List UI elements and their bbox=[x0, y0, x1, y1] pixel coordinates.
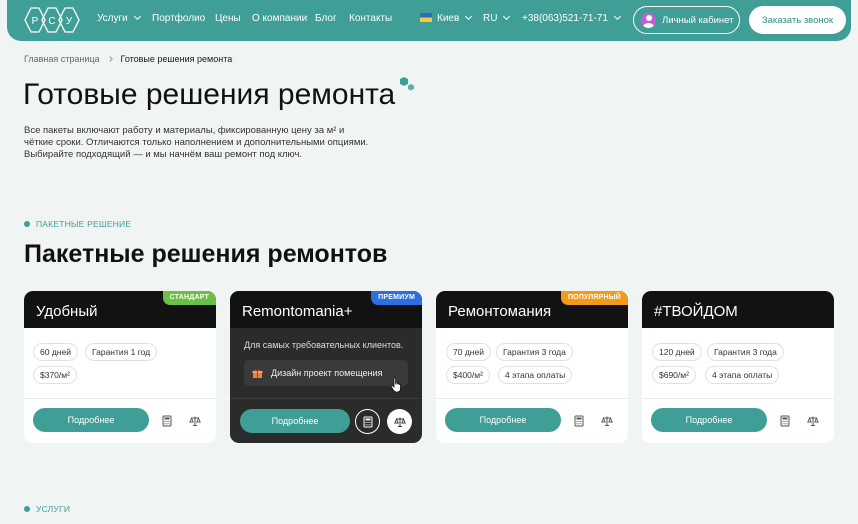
badge-premium: ПРЕМИУМ bbox=[371, 291, 422, 305]
chevron-down-icon bbox=[133, 12, 141, 21]
package-card-remontomania-plus: Remontomania+ ПРЕМИУМ Для самых требоват… bbox=[230, 291, 422, 443]
card-divider bbox=[24, 398, 216, 399]
breadcrumb-current: Готовые решения ремонта bbox=[120, 54, 233, 64]
more-button[interactable]: Подробнее bbox=[33, 408, 149, 432]
card-divider bbox=[436, 398, 628, 399]
calculator-button[interactable] bbox=[154, 408, 179, 433]
site-header: Р С У Услуги Портфолио Цены О компании Б… bbox=[7, 0, 851, 41]
compare-button[interactable] bbox=[594, 408, 619, 433]
calculator-button[interactable] bbox=[566, 408, 591, 433]
tag-payment: 4 этапа оплаты bbox=[705, 366, 780, 384]
chevron-down-icon bbox=[613, 12, 621, 21]
compare-button[interactable] bbox=[182, 408, 207, 433]
gift-icon bbox=[252, 368, 263, 378]
chevron-down-icon bbox=[503, 12, 511, 21]
card-header: Remontomania+ ПРЕМИУМ bbox=[230, 291, 422, 328]
section-label: ПАКЕТНЫЕ РЕШЕНИЕ bbox=[24, 219, 131, 229]
compare-button[interactable] bbox=[387, 409, 412, 434]
calculator-button[interactable] bbox=[355, 409, 380, 434]
calculator-icon bbox=[574, 415, 583, 426]
section-label-text: ПАКЕТНЫЕ РЕШЕНИЕ bbox=[36, 219, 132, 229]
nav-about[interactable]: О компании bbox=[252, 13, 307, 24]
city-selector[interactable]: Киев bbox=[420, 12, 473, 24]
more-button[interactable]: Подробнее bbox=[445, 408, 561, 432]
tag-duration: 60 дней bbox=[33, 343, 78, 361]
intro-text: Все пакеты включают работу и материалы, … bbox=[24, 125, 369, 160]
logo-letter: Р bbox=[32, 16, 39, 27]
user-avatar-icon bbox=[641, 12, 656, 28]
logo-letter: С bbox=[48, 16, 55, 27]
nav-blog[interactable]: Блог bbox=[315, 13, 337, 24]
tag-price: $370/м² bbox=[33, 366, 77, 384]
hexagon-decoration-icon bbox=[400, 77, 414, 91]
design-project-label: Дизайн проект помещения bbox=[271, 368, 383, 378]
more-button[interactable]: Подробнее bbox=[651, 408, 767, 432]
dot-icon bbox=[24, 221, 30, 227]
section-title: Пакетные решения ремонтов bbox=[24, 240, 388, 268]
compare-button[interactable] bbox=[800, 408, 825, 433]
card-title: Удобный bbox=[36, 303, 98, 320]
page-title: Готовые решения ремонта bbox=[23, 78, 396, 111]
scales-icon bbox=[600, 416, 613, 426]
language-label: RU bbox=[483, 13, 498, 24]
scales-icon bbox=[188, 416, 201, 426]
chevron-down-icon bbox=[465, 12, 473, 21]
calculator-icon bbox=[363, 416, 372, 427]
nav-label: Услуги bbox=[97, 13, 128, 24]
dot-icon bbox=[24, 506, 30, 512]
services-label: УСЛУГИ bbox=[24, 504, 70, 514]
nav-services[interactable]: Услуги bbox=[97, 12, 141, 24]
calculator-icon bbox=[780, 415, 789, 426]
package-card-udobny: Удобный СТАНДАРТ 60 дней Гарантия 1 год … bbox=[24, 291, 216, 443]
tag-warranty: Гарантия 1 год bbox=[85, 343, 158, 361]
card-title: #ТВОЙДОМ bbox=[654, 303, 738, 320]
logo-icon[interactable]: Р С У bbox=[21, 6, 83, 34]
nav-portfolio[interactable]: Портфолио bbox=[152, 13, 205, 24]
card-divider bbox=[230, 398, 422, 399]
hand-cursor-icon bbox=[390, 377, 401, 393]
language-selector[interactable]: RU bbox=[483, 12, 511, 24]
ukraine-flag-icon bbox=[420, 13, 432, 22]
tag-warranty: Гарантия 3 года bbox=[707, 343, 784, 361]
package-card-remontomania: Ремонтомания ПОПУЛЯРНЫЙ 70 дней Гарантия… bbox=[436, 291, 628, 443]
chevron-right-icon bbox=[106, 56, 113, 62]
card-title: Ремонтомания bbox=[448, 303, 552, 320]
card-divider bbox=[642, 398, 834, 399]
card-header: Удобный СТАНДАРТ bbox=[24, 291, 216, 328]
design-project-item[interactable]: Дизайн проект помещения bbox=[244, 360, 408, 386]
calculator-icon bbox=[162, 415, 171, 426]
card-header: Ремонтомания ПОПУЛЯРНЫЙ bbox=[436, 291, 628, 328]
phone-selector[interactable]: +38(063)521-71-71 bbox=[522, 12, 621, 24]
nav-contacts[interactable]: Контакты bbox=[349, 13, 392, 24]
breadcrumb-home[interactable]: Главная страница bbox=[24, 54, 100, 64]
more-button[interactable]: Подробнее bbox=[240, 409, 350, 433]
callback-button[interactable]: Заказать звонок bbox=[749, 6, 846, 34]
badge-standard: СТАНДАРТ bbox=[162, 291, 216, 305]
cabinet-label: Личный кабинет bbox=[662, 14, 734, 26]
card-title: Remontomania+ bbox=[242, 303, 353, 320]
badge-popular: ПОПУЛЯРНЫЙ bbox=[560, 291, 628, 305]
tag-price: $400/м² bbox=[446, 366, 490, 384]
tag-warranty: Гарантия 3 года bbox=[496, 343, 573, 361]
tag-duration: 120 дней bbox=[652, 343, 702, 361]
services-label-text: УСЛУГИ bbox=[36, 504, 71, 514]
package-card-tvoydom: #ТВОЙДОМ 120 дней Гарантия 3 года $690/м… bbox=[642, 291, 834, 443]
scales-icon bbox=[806, 416, 819, 426]
city-label: Киев bbox=[437, 13, 460, 24]
calculator-button[interactable] bbox=[772, 408, 797, 433]
phone-label: +38(063)521-71-71 bbox=[522, 13, 608, 24]
tag-price: $690/м² bbox=[652, 366, 696, 384]
tag-payment: 4 этапа оплаты bbox=[498, 366, 573, 384]
card-description: Для самых требовательных клиентов. bbox=[244, 340, 404, 350]
breadcrumb: Главная страница Готовые решения ремонта bbox=[24, 54, 232, 64]
tag-duration: 70 дней bbox=[446, 343, 491, 361]
nav-prices[interactable]: Цены bbox=[215, 13, 241, 24]
card-header: #ТВОЙДОМ bbox=[642, 291, 834, 328]
logo-letter: У bbox=[66, 16, 73, 27]
cabinet-button[interactable]: Личный кабинет bbox=[633, 6, 740, 34]
scales-icon bbox=[393, 417, 406, 427]
